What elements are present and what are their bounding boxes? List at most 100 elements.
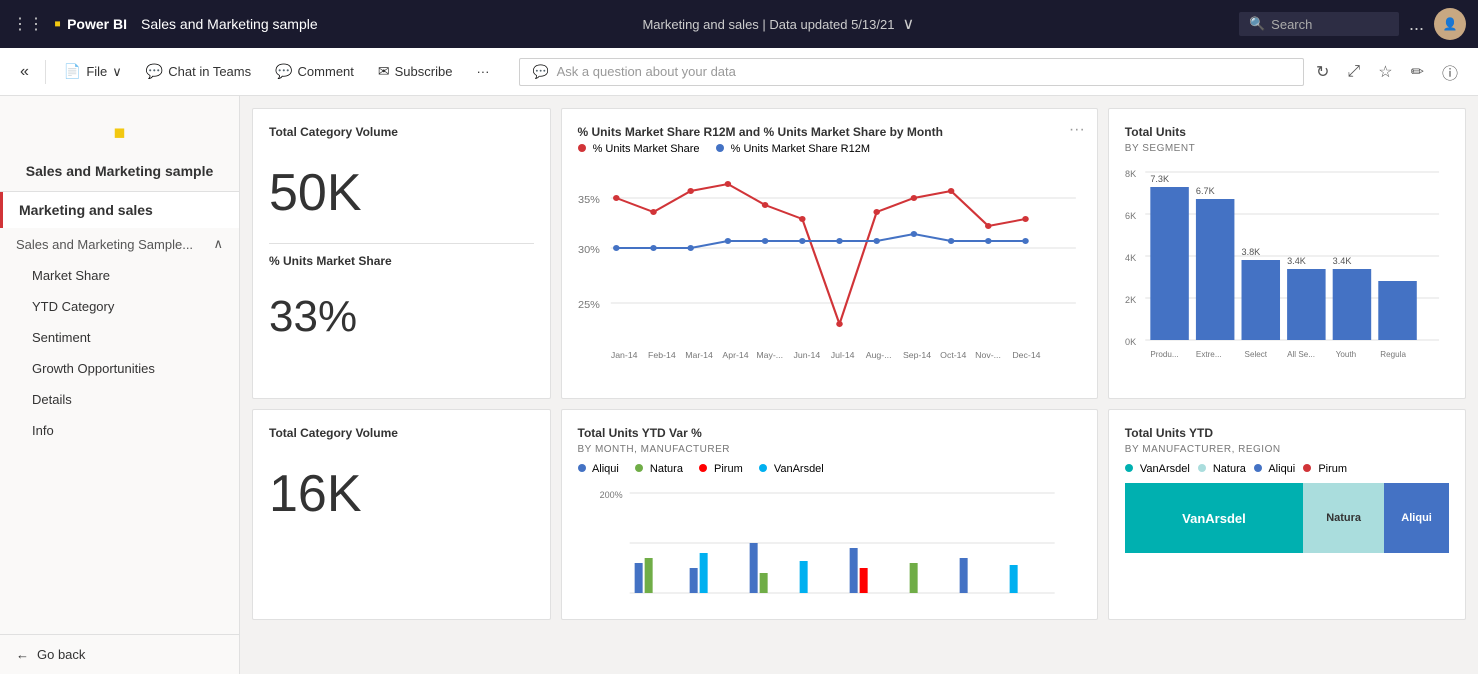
label-natura: Natura: [650, 463, 683, 475]
svg-text:Youth: Youth: [1336, 350, 1356, 359]
chevron-icon[interactable]: ∨: [902, 14, 914, 34]
svg-text:25%: 25%: [578, 300, 600, 310]
legend-dot-blue: [716, 144, 724, 152]
svg-text:6.7K: 6.7K: [1196, 186, 1215, 196]
teams-icon: 💬: [146, 63, 163, 80]
more-options-icon[interactable]: ...: [1409, 14, 1424, 35]
comment-button[interactable]: 💬 Comment: [265, 58, 364, 85]
line-chart-legend: % Units Market Share % Units Market Shar…: [578, 143, 1081, 155]
svg-text:30%: 30%: [578, 245, 600, 255]
ytd-var-title: Total Units YTD Var %: [578, 426, 1081, 440]
toolbar-right-actions: ↻ ⤢ ☆ ✏ ⓘ: [1308, 55, 1466, 89]
legend-pirum: Pirum: [699, 463, 743, 475]
legend-vanarsdel: VanArsdel: [759, 463, 824, 475]
data-info: Marketing and sales | Data updated 5/13/…: [642, 17, 894, 32]
chat-label: Chat in Teams: [168, 64, 251, 79]
qa-placeholder: Ask a question about your data: [557, 64, 736, 79]
svg-text:3.4K: 3.4K: [1332, 256, 1351, 266]
subscribe-button[interactable]: ✉ Subscribe: [368, 58, 463, 85]
line-chart: 35% 30% 25% Jan-14 Feb-14 Mar-14 Apr-14 …: [578, 163, 1081, 363]
tdot-vanarsdel: [1125, 464, 1133, 472]
tlabel-pirum: Pirum: [1318, 463, 1347, 475]
sidebar-item-ytd-category[interactable]: YTD Category: [0, 291, 239, 322]
card-title-pct-units: % Units Market Share: [269, 254, 534, 268]
dot-natura: [635, 464, 643, 472]
brand-name: Power BI: [67, 16, 127, 32]
card-total-units: Total Units BY SEGMENT 8K 6K 4K 2K 0K: [1108, 108, 1466, 399]
sidebar-section-chevron: ∧: [213, 236, 223, 252]
tlabel-vanarsdel: VanArsdel: [1140, 463, 1190, 475]
go-back-button[interactable]: ← Go back: [16, 647, 223, 662]
subscribe-icon: ✉: [378, 63, 390, 80]
svg-text:May-...: May-...: [756, 350, 783, 360]
dot-aliqui: [578, 464, 586, 472]
svg-text:3.8K: 3.8K: [1241, 247, 1260, 257]
sidebar-item-marketing-sales[interactable]: Marketing and sales: [0, 192, 239, 228]
treemap-legend: VanArsdel Natura Aliqui Pirum: [1125, 463, 1449, 475]
expand-button[interactable]: ⤢: [1339, 58, 1368, 86]
back-button[interactable]: «: [12, 59, 37, 85]
file-button[interactable]: 📄 File ∨: [54, 58, 132, 85]
comment-label: Comment: [298, 64, 354, 79]
edit-button[interactable]: ✏: [1403, 57, 1432, 87]
tlegend-natura: Natura: [1198, 463, 1246, 475]
more-toolbar-button[interactable]: ···: [466, 59, 499, 84]
tlegend-vanarsdel: VanArsdel: [1125, 463, 1190, 475]
label-aliqui: Aliqui: [592, 463, 619, 475]
total-category-volume-2-value: 16K: [269, 444, 534, 544]
powerbi-logo: ▪: [54, 13, 61, 36]
svg-text:Feb-14: Feb-14: [648, 350, 676, 360]
sidebar-item-info[interactable]: Info: [0, 415, 239, 446]
svg-text:0K: 0K: [1125, 337, 1136, 347]
total-units-title: Total Units: [1125, 125, 1449, 139]
more-toolbar-icon: ···: [476, 64, 489, 79]
treemap: VanArsdel Natura Aliqui: [1125, 483, 1449, 553]
tdot-natura: [1198, 464, 1206, 472]
sidebar-item-details[interactable]: Details: [0, 384, 239, 415]
svg-text:Jul-14: Jul-14: [830, 350, 854, 360]
app-body: ▪ Sales and Marketing sample Marketing a…: [0, 96, 1478, 674]
dashboard-bottom-row: Total Category Volume 16K Total Units YT…: [252, 409, 1466, 620]
svg-text:8K: 8K: [1125, 169, 1136, 179]
qa-search-bar[interactable]: 💬 Ask a question about your data: [519, 58, 1304, 86]
svg-text:4K: 4K: [1125, 253, 1136, 263]
avatar[interactable]: 👤: [1434, 8, 1466, 40]
total-category-volume-value: 50K: [269, 143, 534, 243]
svg-text:3.4K: 3.4K: [1287, 256, 1306, 266]
go-back-arrow: ←: [16, 647, 29, 662]
sidebar: ▪ Sales and Marketing sample Marketing a…: [0, 96, 240, 674]
comment-icon: 💬: [275, 63, 292, 80]
refresh-button[interactable]: ↻: [1308, 57, 1337, 87]
card-line-chart: % Units Market Share R12M and % Units Ma…: [561, 108, 1098, 399]
legend-red: % Units Market Share: [578, 143, 700, 155]
total-units-subtitle: BY SEGMENT: [1125, 143, 1449, 154]
treemap-cell-vanarsdel: VanArsdel: [1125, 483, 1303, 553]
svg-text:Oct-14: Oct-14: [940, 350, 967, 360]
svg-text:Jun-14: Jun-14: [793, 350, 820, 360]
sidebar-item-sentiment[interactable]: Sentiment: [0, 322, 239, 353]
card-title-total-category-2: Total Category Volume: [269, 426, 534, 440]
card-more-icon[interactable]: ···: [1069, 121, 1085, 139]
apps-icon[interactable]: ⋮⋮: [12, 14, 44, 34]
qa-icon: 💬: [532, 64, 548, 80]
tlegend-aliqui: Aliqui: [1254, 463, 1295, 475]
sidebar-title: Sales and Marketing sample: [0, 163, 239, 192]
toolbar-separator: [45, 60, 46, 84]
svg-text:Produ...: Produ...: [1150, 350, 1178, 359]
sidebar-section-header[interactable]: Sales and Marketing Sample... ∧: [0, 228, 239, 260]
sidebar-item-market-share[interactable]: Market Share: [0, 260, 239, 291]
legend-label-blue: % Units Market Share R12M: [731, 143, 870, 155]
card-total-category-volume-2: Total Category Volume 16K: [252, 409, 551, 620]
sidebar-logo: ▪: [0, 96, 239, 163]
chat-teams-button[interactable]: 💬 Chat in Teams: [136, 58, 261, 85]
file-chevron: ∨: [112, 64, 122, 80]
treemap-cell-natura: Natura: [1303, 483, 1384, 553]
ytd-var-chart: 200%: [578, 483, 1081, 603]
info-button[interactable]: ⓘ: [1434, 55, 1466, 89]
svg-text:2K: 2K: [1125, 295, 1136, 305]
legend-label-red: % Units Market Share: [593, 143, 700, 155]
search-box[interactable]: 🔍 Search: [1239, 12, 1399, 36]
bookmark-button[interactable]: ☆: [1370, 57, 1400, 87]
tlegend-pirum: Pirum: [1303, 463, 1347, 475]
sidebar-item-growth-opportunities[interactable]: Growth Opportunities: [0, 353, 239, 384]
